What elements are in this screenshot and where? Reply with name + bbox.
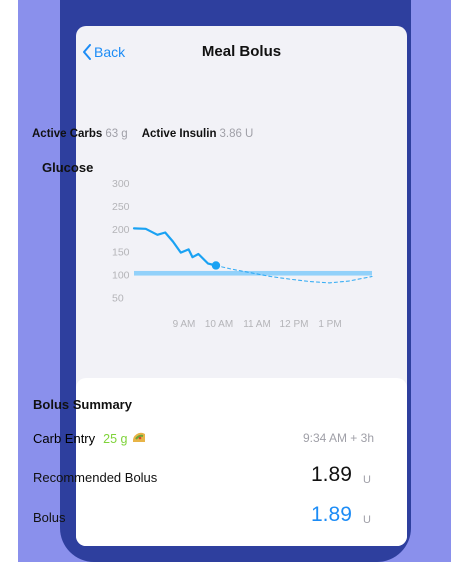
x-tick-label: 1 PM: [318, 319, 341, 330]
bolus-summary-title: Bolus Summary: [33, 397, 132, 412]
x-tick-label: 9 AM: [173, 319, 196, 330]
taco-icon: [131, 430, 147, 447]
y-tick-label: 100: [112, 270, 130, 282]
carb-entry-time: 9:34 AM + 3h: [302, 431, 374, 445]
carb-entry-row[interactable]: Carb Entry 25 g: [33, 430, 147, 447]
recommended-bolus-label: Recommended Bolus: [33, 470, 158, 485]
carb-grams: 25 g: [103, 431, 128, 446]
x-tick-label: 10 AM: [205, 319, 233, 330]
y-tick-label: 150: [112, 247, 130, 259]
glucose-history-line: [132, 227, 217, 267]
y-tick-label: 200: [112, 224, 130, 236]
bolus-unit: U: [363, 514, 371, 526]
recommended-bolus-unit: U: [363, 474, 371, 486]
bolus-value[interactable]: 1.89: [311, 503, 352, 527]
x-tick-label: 11 AM: [243, 319, 271, 330]
carb-entry-label: Carb Entry: [33, 431, 96, 446]
y-tick-label: 250: [112, 201, 130, 213]
recommended-bolus-value: 1.89: [311, 463, 352, 486]
x-tick-label: 12 PM: [280, 319, 309, 330]
y-tick-label: 50: [112, 293, 124, 305]
bolus-label: Bolus: [33, 510, 66, 525]
current-glucose-point: [211, 261, 221, 270]
y-tick-label: 300: [112, 178, 130, 190]
